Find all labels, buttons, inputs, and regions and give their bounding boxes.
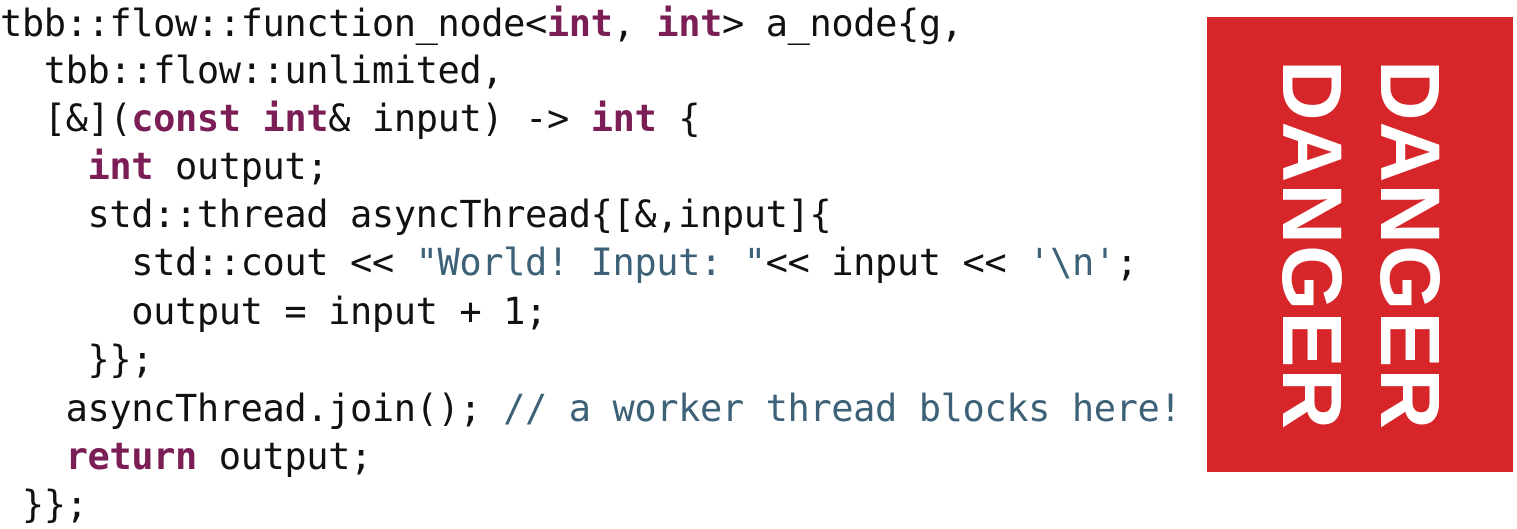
- code-line: }};: [0, 481, 88, 529]
- code-token: << input <<: [765, 241, 1029, 284]
- code-line: asyncThread.join(); // a worker thread b…: [0, 385, 1182, 433]
- code-token: output;: [153, 145, 329, 188]
- code-token: tbb::flow::unlimited,: [0, 49, 504, 92]
- code-line: int output;: [0, 143, 329, 191]
- code-block: tbb::flow::function_node<int, int> a_nod…: [0, 0, 1210, 529]
- code-comment: // a worker thread blocks here!: [503, 387, 1182, 430]
- code-line: output = input + 1;: [0, 288, 547, 336]
- code-token: & input) ->: [328, 97, 591, 140]
- code-token: }};: [0, 338, 154, 381]
- code-token: tbb::flow::function_node<: [0, 2, 547, 45]
- code-token: [&](: [0, 97, 132, 140]
- danger-warning-box: DANGER DANGER: [1207, 17, 1513, 472]
- code-line: std::cout << "World! Input: "<< input <<…: [0, 239, 1138, 287]
- code-token: output = input + 1;: [0, 290, 547, 333]
- code-token: > a_node{g,: [721, 2, 963, 45]
- code-keyword: int: [87, 145, 154, 188]
- code-token: ;: [1115, 241, 1138, 284]
- code-keyword: int: [546, 2, 613, 45]
- code-token: }};: [0, 483, 88, 526]
- code-line: }};: [0, 336, 154, 384]
- code-token: std::thread asyncThread{[&,input]{: [0, 193, 832, 236]
- code-line: std::thread asyncThread{[&,input]{: [0, 191, 832, 239]
- code-keyword: int: [656, 2, 722, 45]
- code-keyword: const: [131, 97, 241, 140]
- code-token: std::cout <<: [0, 241, 416, 284]
- code-token: {: [656, 97, 701, 140]
- code-line: tbb::flow::unlimited,: [0, 47, 504, 95]
- code-line: return output;: [0, 433, 373, 481]
- code-string: '\n': [1028, 241, 1116, 284]
- danger-label-left: DANGER: [1265, 59, 1359, 430]
- code-token: output;: [196, 435, 373, 478]
- code-keyword: return: [65, 435, 198, 478]
- code-keyword: int: [590, 97, 657, 140]
- code-keyword: int: [262, 97, 329, 140]
- code-line: tbb::flow::function_node<int, int> a_nod…: [0, 0, 963, 48]
- code-token: asyncThread.join();: [0, 387, 504, 430]
- code-token: ,: [612, 2, 657, 45]
- danger-label-right: DANGER: [1363, 59, 1457, 430]
- code-line: [&](const int& input) -> int {: [0, 95, 701, 143]
- code-string: "World! Input: ": [415, 241, 766, 284]
